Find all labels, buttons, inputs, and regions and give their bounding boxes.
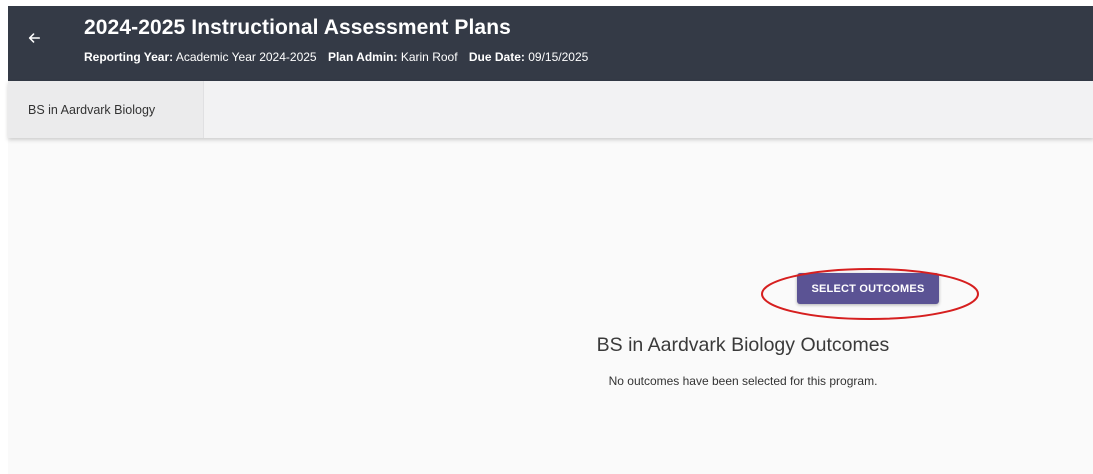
empty-outcomes-message: No outcomes have been selected for this … xyxy=(608,374,878,388)
reporting-year-value: Academic Year 2024-2025 xyxy=(175,50,317,64)
select-outcomes-button[interactable]: SELECT OUTCOMES xyxy=(797,273,939,304)
back-button[interactable] xyxy=(22,26,46,50)
due-date-value: 09/15/2025 xyxy=(528,50,589,64)
outcomes-title: BS in Aardvark Biology Outcomes xyxy=(596,334,890,356)
tab-bs-in-aardvark-biology[interactable]: BS in Aardvark Biology xyxy=(8,81,204,138)
arrow-left-icon xyxy=(28,33,41,43)
due-date-label: Due Date: xyxy=(468,50,525,64)
program-tab-bar: BS in Aardvark Biology xyxy=(8,81,1093,138)
app-window: 2024-2025 Instructional Assessment Plans… xyxy=(0,0,1093,474)
outcomes-panel: BS in Aardvark Biology Outcomes No outco… xyxy=(8,138,1093,474)
plan-admin-value: Karin Roof xyxy=(400,50,458,64)
plan-admin-label: Plan Admin: xyxy=(327,50,398,64)
reporting-year-label: Reporting Year: xyxy=(84,50,174,64)
plan-meta: Reporting Year: Academic Year 2024-2025 … xyxy=(84,50,596,64)
page-title: 2024-2025 Instructional Assessment Plans xyxy=(84,16,511,39)
page-header: 2024-2025 Instructional Assessment Plans… xyxy=(8,6,1093,81)
